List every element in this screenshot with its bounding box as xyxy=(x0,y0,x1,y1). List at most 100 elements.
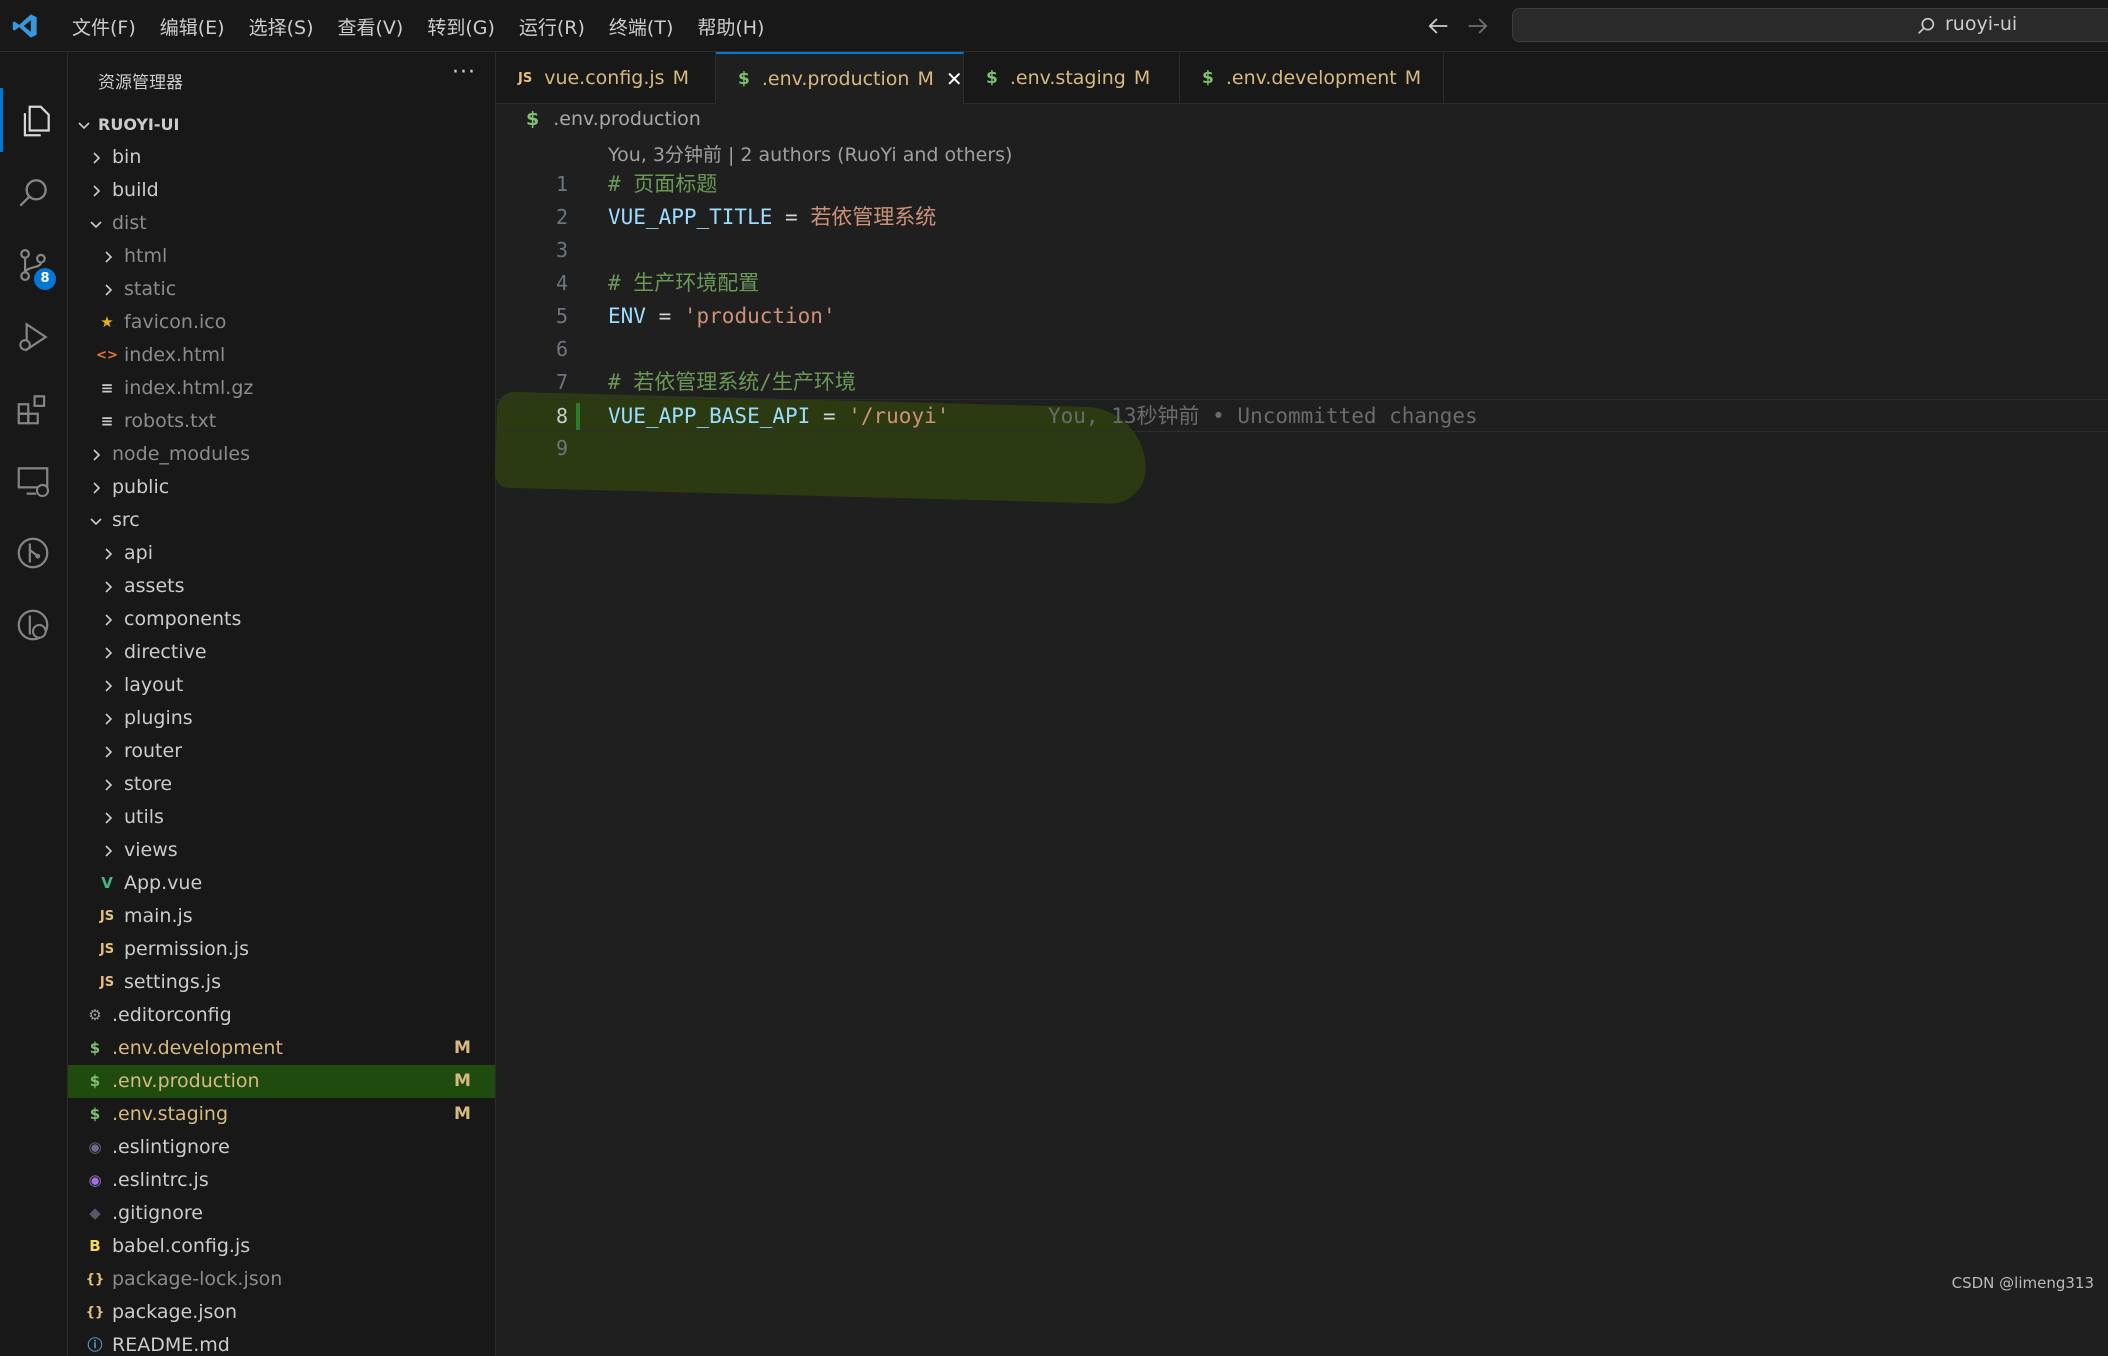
tree-file[interactable]: JS permission.js xyxy=(68,933,495,966)
code-line[interactable]: 5 ENV = 'production' xyxy=(496,300,2108,333)
tree-item-label: build xyxy=(112,179,159,201)
menu-item[interactable]: 终端(T) xyxy=(597,13,685,40)
blame-codelens[interactable]: You, 3分钟前 | 2 authors (RuoYi and others) xyxy=(608,140,1012,167)
remote-explorer-button[interactable] xyxy=(0,448,68,512)
editor-tab[interactable]: $ .env.staging M xyxy=(964,52,1180,104)
arrow-left-icon[interactable] xyxy=(1424,12,1452,40)
line-number: 2 xyxy=(555,205,568,229)
vscode-logo[interactable] xyxy=(10,12,40,40)
code-line[interactable]: 3 xyxy=(496,234,2108,267)
tree-file[interactable]: Bbabel.config.js xyxy=(68,1230,495,1263)
chevron-right-icon xyxy=(105,284,113,296)
explorer-button[interactable] xyxy=(0,88,71,152)
tree-file[interactable]: ⚙ .editorconfig xyxy=(68,999,495,1032)
tree-folder[interactable]: components xyxy=(68,603,495,636)
editor-tab[interactable]: $ .env.production M ✕ xyxy=(716,52,964,104)
json-icon: {} xyxy=(85,1272,105,1287)
editor-tabs: JS vue.config.js M $ .env.production M ✕ $ .env.… xyxy=(496,52,2108,104)
menu-item[interactable]: 帮助(H) xyxy=(685,13,776,40)
tree-folder[interactable]: assets xyxy=(68,570,495,603)
tree-file[interactable]: $ .env.production M xyxy=(68,1065,495,1098)
menu-item[interactable]: 编辑(E) xyxy=(148,13,237,40)
code-line[interactable]: 9 xyxy=(496,432,2108,465)
tree-file[interactable]: ★ favicon.ico xyxy=(68,306,495,339)
menu-item[interactable]: 转到(G) xyxy=(415,13,507,40)
close-icon[interactable]: ✕ xyxy=(946,67,963,91)
tree-folder[interactable]: build xyxy=(68,174,495,207)
tree-folder[interactable]: plugins xyxy=(68,702,495,735)
search-button[interactable] xyxy=(0,160,68,224)
code-line[interactable]: 2 VUE_APP_TITLE = 若依管理系统 xyxy=(496,201,2108,234)
tree-folder[interactable]: static xyxy=(68,273,495,306)
tree-folder[interactable]: layout xyxy=(68,669,495,702)
tree-folder[interactable]: utils xyxy=(68,801,495,834)
tree-folder[interactable]: node_modules xyxy=(68,438,495,471)
workspace-root[interactable]: RUOYI-UI xyxy=(68,108,495,141)
tree-folder[interactable]: api xyxy=(68,537,495,570)
tree-file[interactable]: ◆ .gitignore xyxy=(68,1197,495,1230)
code-line[interactable]: 8 VUE_APP_BASE_API = '/ruoyi' You, 13秒钟前 •… xyxy=(496,399,2108,432)
arrow-right-icon[interactable] xyxy=(1464,12,1492,40)
tree-folder[interactable]: directive xyxy=(68,636,495,669)
gutter-change-marker[interactable] xyxy=(576,403,580,430)
code-token: = xyxy=(810,404,849,428)
more-actions-icon[interactable]: ··· xyxy=(448,60,480,92)
tree-item-label: .eslintrc.js xyxy=(112,1169,209,1191)
code-line[interactable]: 7 # 若依管理系统/生产环境 xyxy=(496,366,2108,399)
menu-item[interactable]: 运行(R) xyxy=(507,13,597,40)
tree-item-label: index.html.gz xyxy=(124,377,254,399)
git-history-icon xyxy=(17,609,49,641)
code-token: = xyxy=(772,205,811,229)
tree-file[interactable]: $ .env.staging M xyxy=(68,1098,495,1131)
extensions-button[interactable] xyxy=(0,376,68,440)
tree-file[interactable]: $ .env.development M xyxy=(68,1032,495,1065)
tree-file[interactable]: ⓘ README.md xyxy=(68,1329,495,1356)
babel-icon: B xyxy=(89,1237,101,1255)
search-icon xyxy=(19,179,47,207)
chevron-right-icon xyxy=(105,581,113,593)
chevron-right-icon xyxy=(105,812,113,824)
tree-file[interactable]: <> index.html xyxy=(68,339,495,372)
tree-file[interactable]: ≡ robots.txt xyxy=(68,405,495,438)
code-line[interactable]: 1 # 页面标题 xyxy=(496,168,2108,201)
code-line[interactable]: 6 xyxy=(496,333,2108,366)
git-graph-button[interactable] xyxy=(0,520,68,584)
tree-file[interactable]: ◉ .eslintrc.js xyxy=(68,1164,495,1197)
editor-tab[interactable]: $ .env.development M xyxy=(1180,52,1444,104)
tree-item-label: package-lock.json xyxy=(112,1268,283,1290)
dollar-icon: $ xyxy=(89,1105,101,1123)
tree-folder[interactable]: router xyxy=(68,735,495,768)
tree-file[interactable]: ◉ .eslintignore xyxy=(68,1131,495,1164)
code-token: 'production' xyxy=(683,304,836,328)
tree-folder[interactable]: src xyxy=(68,504,495,537)
tree-folder[interactable]: views xyxy=(68,834,495,867)
tree-file[interactable]: JS settings.js xyxy=(68,966,495,999)
tree-folder[interactable]: dist xyxy=(68,207,495,240)
git-history-button[interactable] xyxy=(0,592,68,656)
code-token: # 页面标题 xyxy=(608,172,718,196)
run-debug-button[interactable] xyxy=(0,304,68,368)
tree-file[interactable]: {} package-lock.json xyxy=(68,1263,495,1296)
tree-file[interactable]: {} package.json xyxy=(68,1296,495,1329)
menu-item[interactable]: 选择(S) xyxy=(237,13,326,40)
tree-file[interactable]: JS main.js xyxy=(68,900,495,933)
editor-tab[interactable]: JS vue.config.js M xyxy=(496,52,716,104)
tab-label: .env.production xyxy=(761,68,910,90)
line-number: 3 xyxy=(555,238,568,262)
chevron-right-icon xyxy=(105,845,113,857)
code-line[interactable]: 4 # 生产环境配置 xyxy=(496,267,2108,300)
menu-item[interactable]: 查看(V) xyxy=(326,13,416,40)
breadcrumb[interactable]: $ .env.production xyxy=(526,108,701,130)
menu-item[interactable]: 文件(F) xyxy=(60,13,148,40)
source-control-button[interactable]: 8 xyxy=(0,232,68,296)
tree-file[interactable]: V App.vue xyxy=(68,867,495,900)
tree-folder[interactable]: store xyxy=(68,768,495,801)
tree-folder[interactable]: html xyxy=(68,240,495,273)
tree-file[interactable]: ≡ index.html.gz xyxy=(68,372,495,405)
command-center-search[interactable]: ruoyi-ui xyxy=(1512,8,2108,42)
code-editor[interactable]: 1 # 页面标题 2 VUE_APP_TITLE = 若依管理系统 3 4 # 生产环境配置… xyxy=(496,168,2108,465)
text-file-icon: ≡ xyxy=(100,379,114,397)
tree-folder[interactable]: public xyxy=(68,471,495,504)
tree-folder[interactable]: bin xyxy=(68,141,495,174)
inline-blame: You, 13秒钟前 • Uncommitted changes xyxy=(1048,404,1478,428)
